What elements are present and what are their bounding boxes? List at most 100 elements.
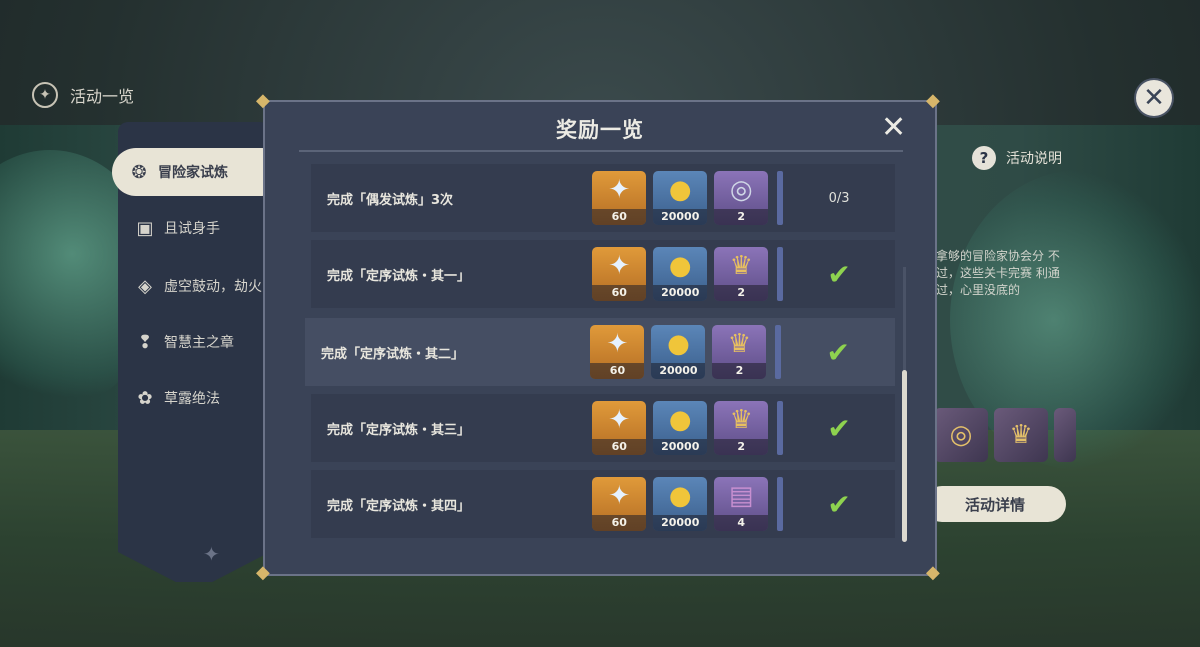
sidebar-item-wisdom[interactable]: ❢ 智慧主之章 xyxy=(118,318,270,366)
reward-row: 完成「偶发试炼」3次 ✦ 60 ● 20000 ◎ 2 0/3 xyxy=(311,164,895,232)
gears-icon: ✿ xyxy=(137,387,153,409)
check-icon: ✔ xyxy=(827,257,851,291)
reward-count: 2 xyxy=(714,209,769,225)
sidebar-item-adventurer[interactable]: ❂ 冒险家试炼 xyxy=(112,148,266,196)
reward-row: 完成「定序试炼・其三」 ✦ 60 ● 20000 ♛ 2 ✔ xyxy=(311,394,895,462)
compass-icon: ✦ xyxy=(32,82,58,108)
modal-close-button[interactable]: ✕ xyxy=(881,110,906,145)
sidebar-item-label: 且试身手 xyxy=(164,221,220,237)
reward-count: 4 xyxy=(714,515,769,531)
reward-item[interactable]: ✦ 60 xyxy=(592,477,647,531)
reward-items: ✦ 60 ● 20000 ◎ 2 xyxy=(592,171,784,225)
divider xyxy=(299,150,903,152)
quill-icon: ❢ xyxy=(137,331,153,353)
task-status: 0/3 xyxy=(783,191,895,206)
reward-row: 完成「定序试炼・其二」 ✦ 60 ● 20000 ♛ 2 ✔ xyxy=(305,318,895,386)
reward-count: 20000 xyxy=(651,363,706,379)
reward-count: 2 xyxy=(714,439,769,455)
crown-icon: ♛ xyxy=(994,408,1048,462)
cards-icon: ▣ xyxy=(136,217,154,239)
primogem-icon: ✦ xyxy=(608,251,631,281)
check-icon: ✔ xyxy=(827,487,851,521)
primogem-icon: ✦ xyxy=(606,329,629,359)
reward-item[interactable]: ✦ 60 xyxy=(592,247,647,301)
reward-row: 完成「定序试炼・其四」 ✦ 60 ● 20000 ▤ 4 ✔ xyxy=(311,470,895,538)
reward-count: 2 xyxy=(712,363,767,379)
reward-items: ✦ 60 ● 20000 ♛ 2 xyxy=(592,401,784,455)
reward-items: ✦ 60 ● 20000 ♛ 2 xyxy=(592,247,784,301)
mora-icon: ● xyxy=(668,481,692,511)
diamond-icon: ◈ xyxy=(138,275,152,297)
corner-ornament-icon: ◆ xyxy=(256,562,270,583)
ring-icon: ◎ xyxy=(934,408,988,462)
ring-icon: ◎ xyxy=(729,175,753,205)
sidebar-item-label: 虚空鼓动，劫火 xyxy=(164,279,262,295)
reward-item[interactable]: ● 20000 xyxy=(651,325,706,379)
primogem-icon: ✦ xyxy=(608,481,631,511)
check-icon: ✔ xyxy=(826,335,850,369)
scrollbar-thumb[interactable] xyxy=(902,370,907,542)
sidebar-item-trial[interactable]: ▣ 且试身手 xyxy=(118,204,270,252)
question-icon: ? xyxy=(972,146,996,170)
reward-item[interactable]: ● 20000 xyxy=(653,247,708,301)
corner-ornament-icon: ◆ xyxy=(926,562,940,583)
activity-detail-button[interactable]: 活动详情 xyxy=(924,486,1066,522)
task-status: ✔ xyxy=(781,336,895,369)
sidebar-item-label: 智慧主之章 xyxy=(164,335,234,351)
reward-item[interactable]: ✦ 60 xyxy=(590,325,645,379)
modal-title: 奖励一览 xyxy=(556,118,644,142)
activity-help[interactable]: ? 活动说明 xyxy=(972,146,1062,170)
reward-count: 20000 xyxy=(653,285,708,301)
reward-row: 完成「定序试炼・其一」 ✦ 60 ● 20000 ♛ 2 ✔ xyxy=(311,240,895,308)
book-icon: ▤ xyxy=(728,481,754,511)
sidebar-item-grass[interactable]: ✿ 草露绝法 xyxy=(118,374,270,422)
reward-count: 20000 xyxy=(653,515,708,531)
sidebar-item-void[interactable]: ◈ 虚空鼓动，劫火 xyxy=(118,262,270,310)
reward-item[interactable]: ♛ 2 xyxy=(712,325,767,379)
crown-icon: ♛ xyxy=(729,405,753,435)
primogem-icon: ✦ xyxy=(608,175,631,205)
mora-icon: ● xyxy=(668,175,692,205)
reward-count: 60 xyxy=(592,285,647,301)
activity-description: 拿够的冒险家协会分 不过，这些关卡完赛 利通过，心里没底的 xyxy=(936,249,1060,297)
mora-icon: ● xyxy=(668,405,692,435)
activity-sidebar: ❂ 冒险家试炼 ▣ 且试身手 ◈ 虚空鼓动，劫火 ❢ 智慧主之章 ✿ 草露绝法 xyxy=(112,122,270,552)
reward-item[interactable]: ● 20000 xyxy=(653,171,708,225)
star-icon: ✦ xyxy=(203,542,220,566)
check-icon: ✔ xyxy=(827,411,851,445)
task-label: 完成「定序试炼・其二」 xyxy=(321,346,465,362)
sidebar-item-label: 草露绝法 xyxy=(164,391,220,407)
help-label: 活动说明 xyxy=(1006,151,1062,167)
mora-icon: ● xyxy=(667,329,690,359)
reward-items: ✦ 60 ● 20000 ▤ 4 xyxy=(592,477,784,531)
reward-item[interactable]: ◎ 2 xyxy=(714,171,769,225)
reward-item[interactable]: ✦ 60 xyxy=(592,401,647,455)
progress-text: 0/3 xyxy=(828,190,850,206)
task-status: ✔ xyxy=(783,258,895,291)
adventurer-icon: ❂ xyxy=(131,161,147,183)
task-status: ✔ xyxy=(783,488,895,521)
reward-item[interactable]: ♛ 2 xyxy=(714,247,769,301)
reward-item[interactable]: ● 20000 xyxy=(653,401,708,455)
close-button[interactable]: ✕ xyxy=(1136,80,1172,116)
task-label: 完成「定序试炼・其四」 xyxy=(327,498,471,514)
crown-icon: ♛ xyxy=(727,329,752,359)
reward-count: 20000 xyxy=(653,209,708,225)
primogem-icon: ✦ xyxy=(608,405,631,435)
reward-overview-modal: 奖励一览 ✕ 完成「偶发试炼」3次 ✦ 60 ● 20000 ◎ 2 0/3 完成「定序试炼・其… xyxy=(263,100,937,576)
reward-item[interactable]: ▤ 4 xyxy=(714,477,769,531)
reward-count: 60 xyxy=(590,363,645,379)
task-status: ✔ xyxy=(783,412,895,445)
mora-icon: ● xyxy=(668,251,692,281)
reward-item[interactable]: ● 20000 xyxy=(653,477,708,531)
reward-count: 60 xyxy=(592,439,647,455)
sidebar-item-label: 冒险家试炼 xyxy=(158,165,228,181)
reward-count: 20000 xyxy=(653,439,708,455)
reward-count: 60 xyxy=(592,515,647,531)
reward-items: ✦ 60 ● 20000 ♛ 2 xyxy=(590,325,782,379)
corner-ornament-icon: ◆ xyxy=(926,90,940,111)
corner-ornament-icon: ◆ xyxy=(256,90,270,111)
reward-item[interactable]: ♛ 2 xyxy=(714,401,769,455)
reward-item[interactable]: ✦ 60 xyxy=(592,171,647,225)
crown-icon: ♛ xyxy=(729,251,753,281)
